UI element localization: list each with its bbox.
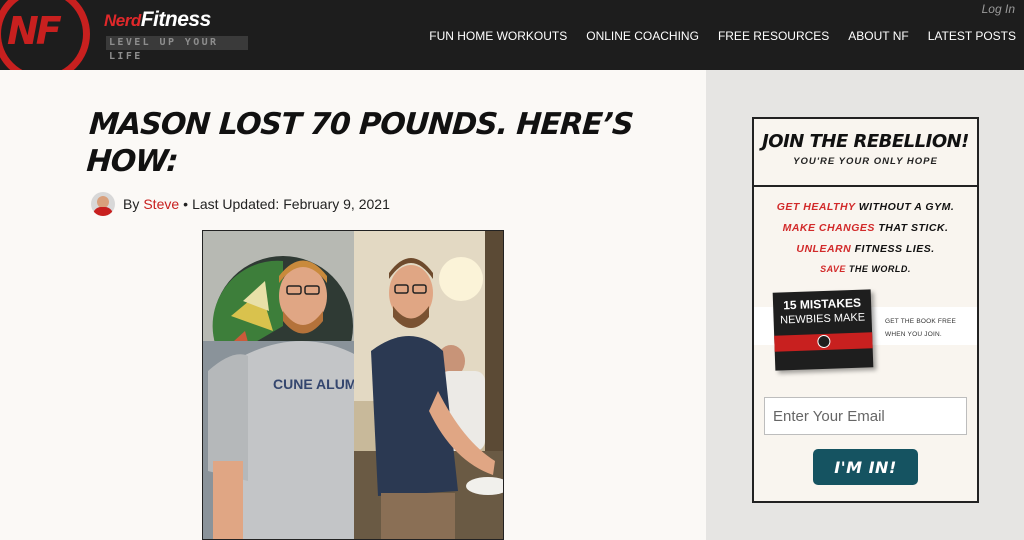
author-avatar: [91, 192, 115, 216]
brand-nerd: Nerd: [104, 11, 141, 30]
signup-heading: JOIN THE REBELLION!: [762, 131, 969, 152]
before-after-photo: CUNE ALUMNI: [202, 230, 504, 540]
nav-item-fun-home-workouts[interactable]: FUN HOME WORKOUTS: [429, 29, 567, 43]
article-content: Mason Lost 70 Pounds. Here’s How: By Ste…: [0, 70, 706, 540]
pitch-line: MAKE CHANGES THAT STICK.: [782, 222, 949, 234]
signup-submit-button[interactable]: I'M IN!: [813, 449, 918, 485]
book-cta-line-2: WHEN YOU JOIN.: [885, 331, 942, 338]
brand-tagline: LEVEL UP YOUR LIFE: [106, 36, 248, 62]
book-title-line-1: 15 MISTAKES: [782, 295, 862, 313]
article-title: Mason Lost 70 Pounds. Here’s How:: [85, 107, 635, 179]
byline-separator: •: [183, 196, 189, 212]
signup-widget-header: JOIN THE REBELLION! YOU'RE YOUR ONLY HOP…: [754, 119, 977, 187]
by-label: By: [123, 196, 140, 212]
updated-date: February 9, 2021: [283, 196, 390, 212]
byline: By Steve • Last Updated: February 9, 202…: [91, 192, 390, 216]
ebook-cover: 15 MISTAKES NEWBIES MAKE: [772, 289, 874, 371]
logo-text: NF: [7, 9, 62, 53]
brand-fitness: Fitness: [140, 8, 212, 31]
pitch-line: GET HEALTHY WITHOUT A GYM.: [776, 201, 955, 213]
author-link[interactable]: Steve: [143, 196, 179, 212]
book-cta: GET THE BOOK FREE WHEN YOU JOIN.: [885, 315, 975, 341]
sidebar: JOIN THE REBELLION! YOU'RE YOUR ONLY HOP…: [706, 70, 1024, 540]
updated-label: Last Updated:: [192, 196, 280, 212]
signup-pitch: GET HEALTHY WITHOUT A GYM. MAKE CHANGES …: [754, 201, 977, 285]
book-title-line-2: NEWBIES MAKE: [779, 311, 866, 327]
nav-item-about-nf[interactable]: ABOUT NF: [848, 29, 908, 43]
site-header: NF NerdFitness LEVEL UP YOUR LIFE Log In…: [0, 0, 1024, 82]
nav-item-free-resources[interactable]: FREE RESOURCES: [718, 29, 829, 43]
pitch-line: SAVE THE WORLD.: [820, 264, 911, 274]
signup-widget: JOIN THE REBELLION! YOU'RE YOUR ONLY HOP…: [752, 117, 979, 503]
nav-item-online-coaching[interactable]: ONLINE COACHING: [586, 29, 699, 43]
brand-wordmark[interactable]: NerdFitness: [104, 8, 211, 32]
nav-item-latest-posts[interactable]: LATEST POSTS: [928, 29, 1016, 43]
signup-subheading: YOU'RE YOUR ONLY HOPE: [793, 156, 938, 167]
login-link[interactable]: Log In: [982, 2, 1015, 16]
book-cta-line-1: GET THE BOOK FREE: [885, 318, 957, 325]
pitch-line: UNLEARN FITNESS LIES.: [796, 243, 935, 255]
main-nav: FUN HOME WORKOUTS ONLINE COACHING FREE R…: [410, 29, 1016, 43]
email-input[interactable]: [764, 397, 967, 435]
